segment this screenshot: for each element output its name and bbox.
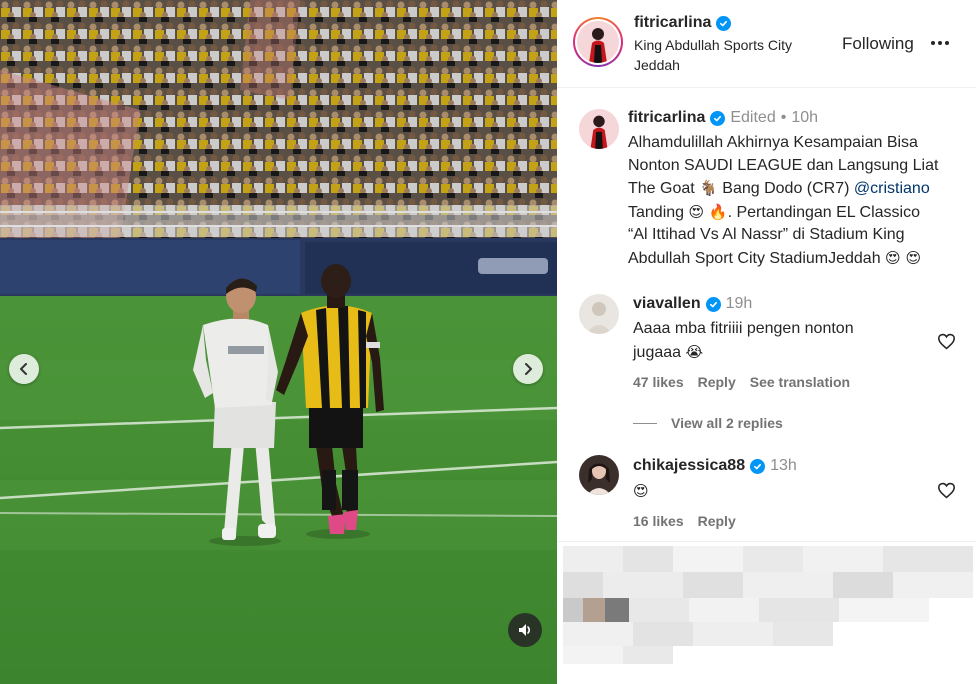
location-line-1[interactable]: King Abdullah Sports City: [634, 37, 792, 53]
author-username-row: fitricarlina: [634, 14, 732, 32]
verified-badge-icon: [705, 296, 721, 312]
avatar-image: [577, 21, 619, 63]
post-media[interactable]: [0, 0, 557, 684]
verified-badge-icon: [716, 15, 732, 31]
following-button[interactable]: Following: [842, 34, 914, 54]
author-username[interactable]: fitricarlina: [634, 14, 711, 32]
separator-dot: •: [780, 109, 787, 126]
caption-line-6a: Abdullah Sport City StadiumJeddah: [628, 249, 886, 267]
crying-emoji: 😭: [685, 342, 704, 361]
caption-username[interactable]: fitricarlina: [628, 109, 705, 127]
comment-text: Aaaa mba fitriiii pengen nonton jugaaa 😭: [633, 318, 933, 364]
author-avatar[interactable]: [573, 17, 623, 67]
caption-line-3b: Bang Dodo (CR7): [717, 180, 854, 197]
caption-line-4b: . Pertandingan EL Classico: [727, 203, 920, 221]
carousel-next-button[interactable]: [513, 354, 543, 384]
comment-text: 😍: [633, 480, 649, 504]
comment-time[interactable]: 13h: [770, 457, 797, 475]
avatar-image: [579, 294, 619, 334]
comment-likes[interactable]: 47 likes: [633, 374, 684, 390]
comment-header: viavallen 19h: [633, 295, 752, 313]
caption-line-1: Alhamdulillah Akhirnya Kesampaian Bisa: [628, 134, 918, 151]
caption-line-4: Tanding 😍 🔥. Pertandingan EL Classico: [628, 201, 963, 225]
view-replies-label: View all 2 replies: [671, 415, 783, 431]
chevron-right-icon: [525, 363, 532, 375]
heart-eyes-emoji: 😍: [633, 482, 649, 500]
audio-toggle-button[interactable]: [508, 613, 542, 647]
see-translation-button[interactable]: See translation: [750, 374, 850, 390]
post-side-panel: fitricarlina King Abdullah Sports City J…: [557, 0, 976, 684]
comments-section: fitricarlina Edited • 10h Alhamdulillah …: [557, 89, 976, 541]
caption-author-avatar[interactable]: [579, 109, 619, 149]
divider-line: [633, 422, 657, 424]
comment-text-line-2a: jugaaa: [633, 343, 686, 361]
caption-line-5: “Al Ittihad Vs Al Nassr” di Stadium King: [628, 226, 905, 243]
caption-line-4a: Tanding: [628, 203, 689, 221]
comment-username[interactable]: chikajessica88: [633, 457, 745, 475]
avatar-image: [579, 455, 619, 495]
carousel-prev-button[interactable]: [9, 354, 39, 384]
chevron-left-icon: [20, 363, 27, 375]
post-header: fitricarlina King Abdullah Sports City J…: [557, 0, 976, 88]
goat-emoji: 🐐: [699, 179, 718, 197]
caption-emoji: 😍 🔥: [688, 202, 728, 221]
commenter-avatar[interactable]: [579, 294, 619, 334]
caption-line-3: The Goat 🐐 Bang Dodo (CR7) @cristiano: [628, 177, 963, 201]
like-heart-icon[interactable]: [937, 333, 956, 350]
reply-button[interactable]: Reply: [698, 513, 736, 529]
avatar-image: [579, 109, 619, 149]
caption-text: Alhamdulillah Akhirnya Kesampaian Bisa N…: [628, 132, 963, 270]
comment-username[interactable]: viavallen: [633, 295, 701, 313]
comment-header: chikajessica88 13h: [633, 457, 797, 475]
comment-actions: 47 likes Reply See translation: [633, 374, 850, 390]
caption-line-6: Abdullah Sport City StadiumJeddah 😍 😍: [628, 247, 963, 271]
caption-line-3a: The Goat: [628, 180, 700, 197]
edited-label: Edited: [730, 109, 776, 126]
pixelated-region: [557, 541, 976, 684]
caption-emoji: 😍 😍: [885, 248, 922, 267]
speaker-icon: [519, 624, 531, 636]
caption-header: fitricarlina Edited • 10h: [628, 109, 818, 127]
like-heart-icon[interactable]: [937, 482, 956, 499]
mention-link[interactable]: @cristiano: [854, 180, 930, 197]
comment-likes[interactable]: 16 likes: [633, 513, 684, 529]
view-replies-button[interactable]: View all 2 replies: [633, 415, 783, 431]
caption-line-2: Nonton SAUDI LEAGUE dan Langsung Liat: [628, 156, 939, 174]
location-line-2[interactable]: Jeddah: [634, 57, 680, 73]
caption-time[interactable]: 10h: [791, 109, 818, 127]
comment-text-line-1: Aaaa mba fitriiii pengen nonton: [633, 320, 854, 337]
verified-badge-icon: [710, 110, 726, 126]
comment-text-line-2: jugaaa 😭: [633, 341, 933, 365]
reply-button[interactable]: Reply: [698, 374, 736, 390]
match-photo: [0, 0, 557, 684]
more-options-icon[interactable]: [931, 34, 953, 52]
comment-actions: 16 likes Reply: [633, 513, 736, 529]
comment-time[interactable]: 19h: [726, 295, 753, 313]
verified-badge-icon: [750, 458, 766, 474]
commenter-avatar[interactable]: [579, 455, 619, 495]
